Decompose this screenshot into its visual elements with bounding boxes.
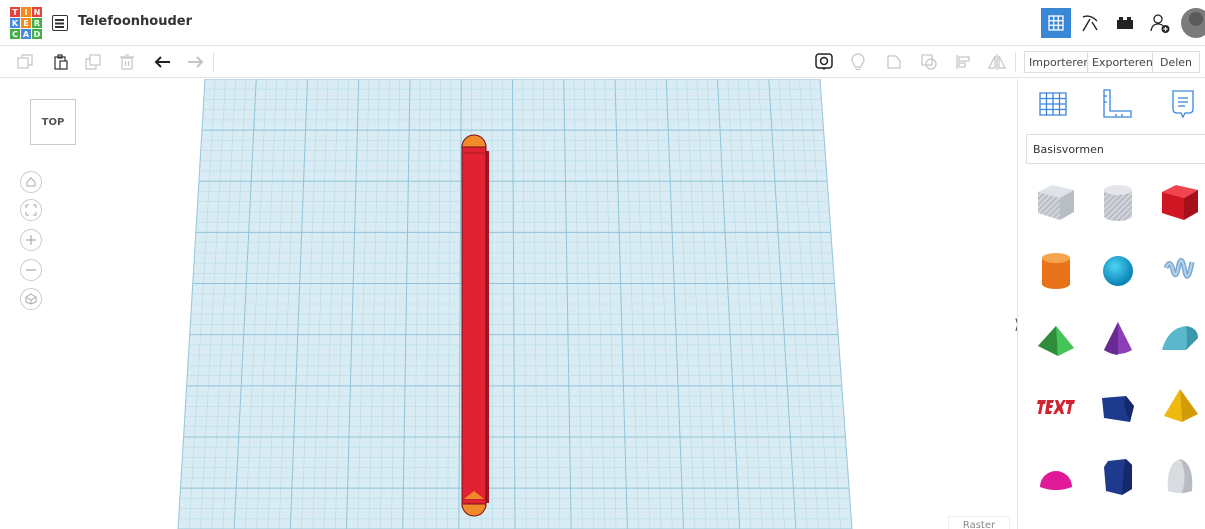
zoom-out-icon[interactable] <box>20 259 42 281</box>
logo-letter: N <box>32 7 42 17</box>
home-view-icon[interactable] <box>20 171 42 193</box>
logo-letter: C <box>10 29 20 39</box>
toolbar-divider <box>213 52 214 72</box>
ruler-icon[interactable] <box>1100 87 1134 121</box>
group-icon[interactable] <box>883 51 905 73</box>
copy-icon[interactable] <box>14 51 36 73</box>
light-bulb-icon[interactable] <box>847 51 869 73</box>
bricks-view-button[interactable] <box>1110 8 1140 38</box>
shape-cylinder[interactable] <box>1034 248 1078 292</box>
export-button[interactable]: Exporteren <box>1087 51 1158 73</box>
shape-roof[interactable] <box>1034 316 1078 360</box>
ungroup-icon[interactable] <box>918 51 940 73</box>
redo-icon[interactable] <box>184 51 206 73</box>
logo-letter: A <box>21 29 31 39</box>
workplane-grid[interactable] <box>0 79 1017 529</box>
shape-box-hole[interactable] <box>1034 180 1078 224</box>
import-button[interactable]: Importeren <box>1024 51 1096 73</box>
design-list-icon[interactable] <box>52 15 68 31</box>
mirror-icon[interactable] <box>986 51 1008 73</box>
shape-category-select[interactable]: Basisvormen ⬍ <box>1026 134 1205 164</box>
logo-letter: I <box>21 7 31 17</box>
shape-cone[interactable] <box>1096 316 1140 360</box>
logo-letter: D <box>32 29 42 39</box>
view-cube[interactable]: TOP <box>30 99 76 145</box>
user-avatar[interactable] <box>1181 8 1205 38</box>
edit-toolbar: Importeren Exporteren Delen <box>0 46 1205 78</box>
tinkercad-logo[interactable]: T I N K E R C A D <box>10 7 42 39</box>
share-button[interactable]: Delen <box>1152 51 1200 73</box>
pickaxe-icon <box>1082 15 1098 32</box>
fit-view-icon[interactable] <box>20 199 42 221</box>
shape-sphere[interactable] <box>1096 248 1140 292</box>
shapes-panel: Basisvormen ⬍ <box>1017 79 1205 529</box>
perspective-icon[interactable] <box>20 288 42 310</box>
paste-icon[interactable] <box>50 51 72 73</box>
shape-paraboloid[interactable] <box>1158 453 1202 497</box>
brick-icon <box>1117 17 1133 29</box>
user-add-icon <box>1150 14 1170 33</box>
duplicate-icon[interactable] <box>82 51 104 73</box>
bar-shape[interactable] <box>461 134 489 517</box>
3d-view-button[interactable] <box>1041 8 1071 38</box>
logo-letter: K <box>10 18 20 28</box>
workplane-icon[interactable] <box>1036 87 1070 121</box>
grid-settings-button[interactable]: Raster <box>948 516 1010 529</box>
logo-letter: E <box>21 18 31 28</box>
logo-letter: T <box>10 7 20 17</box>
shape-round-roof[interactable] <box>1158 316 1202 360</box>
blocks-view-button[interactable] <box>1075 8 1105 38</box>
shape-scribble[interactable] <box>1158 248 1202 292</box>
shape-pyramid[interactable] <box>1158 384 1202 428</box>
trash-icon[interactable] <box>116 51 138 73</box>
shape-box[interactable] <box>1158 180 1202 224</box>
shape-polygon[interactable] <box>1096 453 1140 497</box>
top-bar: T I N K E R C A D Telefoonhouder <box>0 0 1205 46</box>
notes-icon[interactable] <box>1166 87 1200 121</box>
logo-letter: R <box>32 18 42 28</box>
undo-icon[interactable] <box>152 51 174 73</box>
shape-wedge[interactable] <box>1096 384 1140 428</box>
shape-text[interactable] <box>1034 384 1078 428</box>
shape-category-value: Basisvormen <box>1033 142 1104 156</box>
shape-cylinder-hole[interactable] <box>1096 180 1140 224</box>
notes-tool-icon[interactable] <box>813 51 835 73</box>
align-icon[interactable] <box>952 51 974 73</box>
zoom-in-icon[interactable] <box>20 229 42 251</box>
design-title[interactable]: Telefoonhouder <box>78 14 192 29</box>
workplane-canvas[interactable]: TOP Raster <box>0 79 1017 529</box>
shape-half-sphere[interactable] <box>1034 453 1078 497</box>
toolbar-divider <box>1015 52 1016 72</box>
grid-icon <box>1048 15 1064 31</box>
invite-user-button[interactable] <box>1145 8 1175 38</box>
